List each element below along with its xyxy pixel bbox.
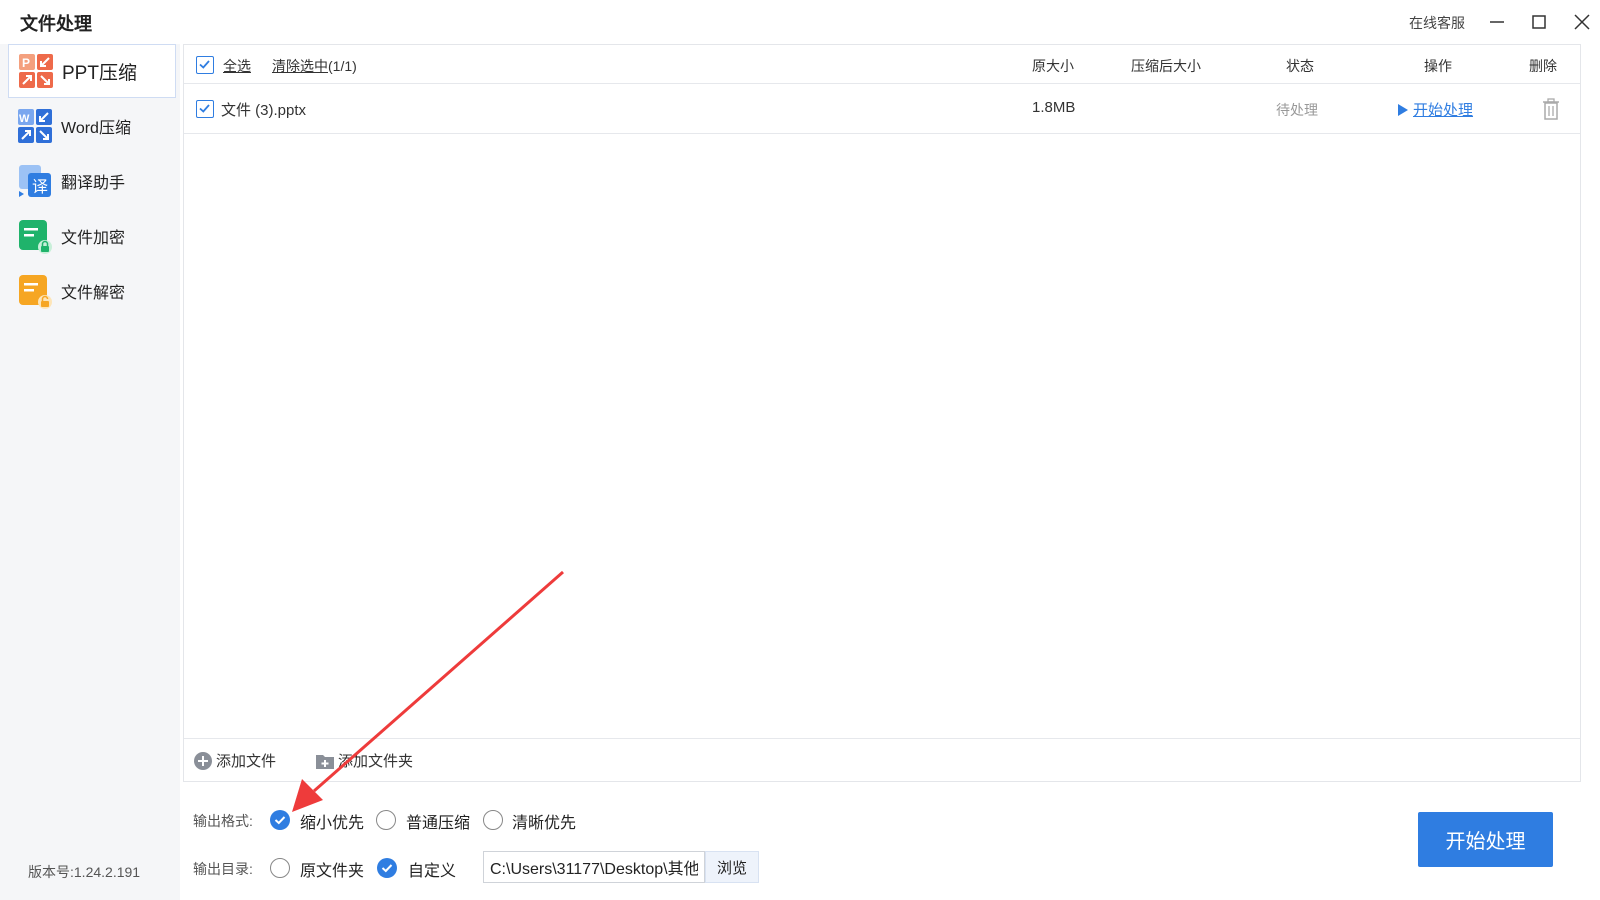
add-folder-icon <box>316 754 334 769</box>
output-path-input[interactable] <box>483 851 705 883</box>
header-status: 状态 <box>1286 58 1314 74</box>
close-icon <box>1574 14 1590 30</box>
sidebar-item-translate[interactable]: 译 翻译助手 <box>8 154 176 208</box>
output-dir-label: 输出目录: <box>193 861 253 877</box>
minimize-icon <box>1490 21 1504 23</box>
table-header: 全选 清除选中(1/1) 原大小 压缩后大小 状态 操作 删除 <box>184 45 1580 84</box>
add-circle-icon <box>194 751 212 770</box>
word-compress-icon: W <box>17 108 53 144</box>
table-row: 文件 (3).pptx 1.8MB 待处理 开始处理 <box>184 85 1580 134</box>
maximize-button[interactable] <box>1525 8 1553 36</box>
add-folder-label[interactable]: 添加文件夹 <box>338 750 413 771</box>
radio-check-icon <box>274 816 286 825</box>
play-icon <box>1398 103 1408 116</box>
title-bar: 文件处理 在线客服 <box>0 0 1600 44</box>
minimize-button[interactable] <box>1483 8 1511 36</box>
file-encrypt-icon <box>17 218 53 254</box>
trash-icon <box>1543 98 1559 120</box>
row-start-label[interactable]: 开始处理 <box>1413 99 1473 120</box>
format-option-clear[interactable]: 清晰优先 <box>512 809 576 833</box>
sidebar-item-word-compress[interactable]: W Word压缩 <box>8 99 176 153</box>
row-start-link[interactable]: 开始处理 <box>1397 99 1473 120</box>
online-service-link[interactable]: 在线客服 <box>1409 13 1465 33</box>
file-name: 文件 (3).pptx <box>221 102 307 119</box>
dir-radio-custom[interactable] <box>377 858 397 878</box>
sidebar: P PPT压缩 W Word压缩 译 翻译助手 文件加密 文件解密 版本号:1.… <box>0 44 180 900</box>
svg-text:译: 译 <box>32 177 48 196</box>
version-label: 版本号:1.24.2.191 <box>28 864 141 880</box>
check-icon <box>199 104 210 113</box>
clear-selection-label[interactable]: 清除选中 <box>272 58 328 74</box>
sidebar-item-label: PPT压缩 <box>62 62 137 84</box>
row-checkbox[interactable] <box>196 100 214 118</box>
file-original-size: 1.8MB <box>1032 99 1076 116</box>
radio-check-icon <box>381 864 393 873</box>
ppt-compress-icon: P <box>18 53 54 89</box>
maximize-icon <box>1532 15 1546 29</box>
translate-icon: 译 <box>17 163 53 199</box>
select-all-label[interactable]: 全选 <box>223 56 251 76</box>
header-compressed-size: 压缩后大小 <box>1131 58 1201 74</box>
close-button[interactable] <box>1568 8 1596 36</box>
svg-text:P: P <box>22 56 30 70</box>
check-icon <box>199 60 210 69</box>
format-radio-clear[interactable] <box>483 810 503 830</box>
dir-option-custom[interactable]: 自定义 <box>408 857 456 881</box>
sidebar-item-label: 翻译助手 <box>61 175 126 192</box>
output-format-label: 输出格式: <box>193 813 253 829</box>
selection-count: (1/1) <box>328 58 357 74</box>
file-status: 待处理 <box>1276 102 1318 118</box>
file-list-panel: 全选 清除选中(1/1) 原大小 压缩后大小 状态 操作 删除 文件 (3).p… <box>183 44 1581 782</box>
sidebar-item-ppt-compress[interactable]: P PPT压缩 <box>8 44 176 98</box>
header-delete: 删除 <box>1529 58 1557 74</box>
header-original-size: 原大小 <box>1032 58 1074 74</box>
delete-row-button[interactable] <box>1540 97 1562 121</box>
dir-option-original[interactable]: 原文件夹 <box>300 857 364 881</box>
select-all-checkbox[interactable] <box>196 56 214 74</box>
format-option-small[interactable]: 缩小优先 <box>300 809 364 833</box>
browse-button[interactable]: 浏览 <box>705 851 759 883</box>
add-folder-button[interactable]: 添加文件夹 <box>315 750 413 771</box>
add-file-label[interactable]: 添加文件 <box>216 750 276 771</box>
app-title: 文件处理 <box>20 14 92 34</box>
sidebar-item-label: Word压缩 <box>61 120 131 137</box>
svg-text:W: W <box>19 113 30 125</box>
start-process-button[interactable]: 开始处理 <box>1418 812 1553 867</box>
add-file-button[interactable]: 添加文件 <box>193 750 276 771</box>
dir-radio-original[interactable] <box>270 858 290 878</box>
sidebar-item-file-decrypt[interactable]: 文件解密 <box>8 264 176 318</box>
file-decrypt-icon <box>17 273 53 309</box>
sidebar-item-file-encrypt[interactable]: 文件加密 <box>8 209 176 263</box>
format-option-normal[interactable]: 普通压缩 <box>406 809 470 833</box>
sidebar-item-label: 文件解密 <box>61 285 126 302</box>
format-radio-normal[interactable] <box>376 810 396 830</box>
format-radio-small[interactable] <box>270 810 290 830</box>
sidebar-item-label: 文件加密 <box>61 230 126 247</box>
header-action: 操作 <box>1424 58 1452 74</box>
panel-footer-bar: 添加文件 添加文件夹 <box>184 738 1580 782</box>
clear-selection-link[interactable]: 清除选中(1/1) <box>272 56 357 76</box>
